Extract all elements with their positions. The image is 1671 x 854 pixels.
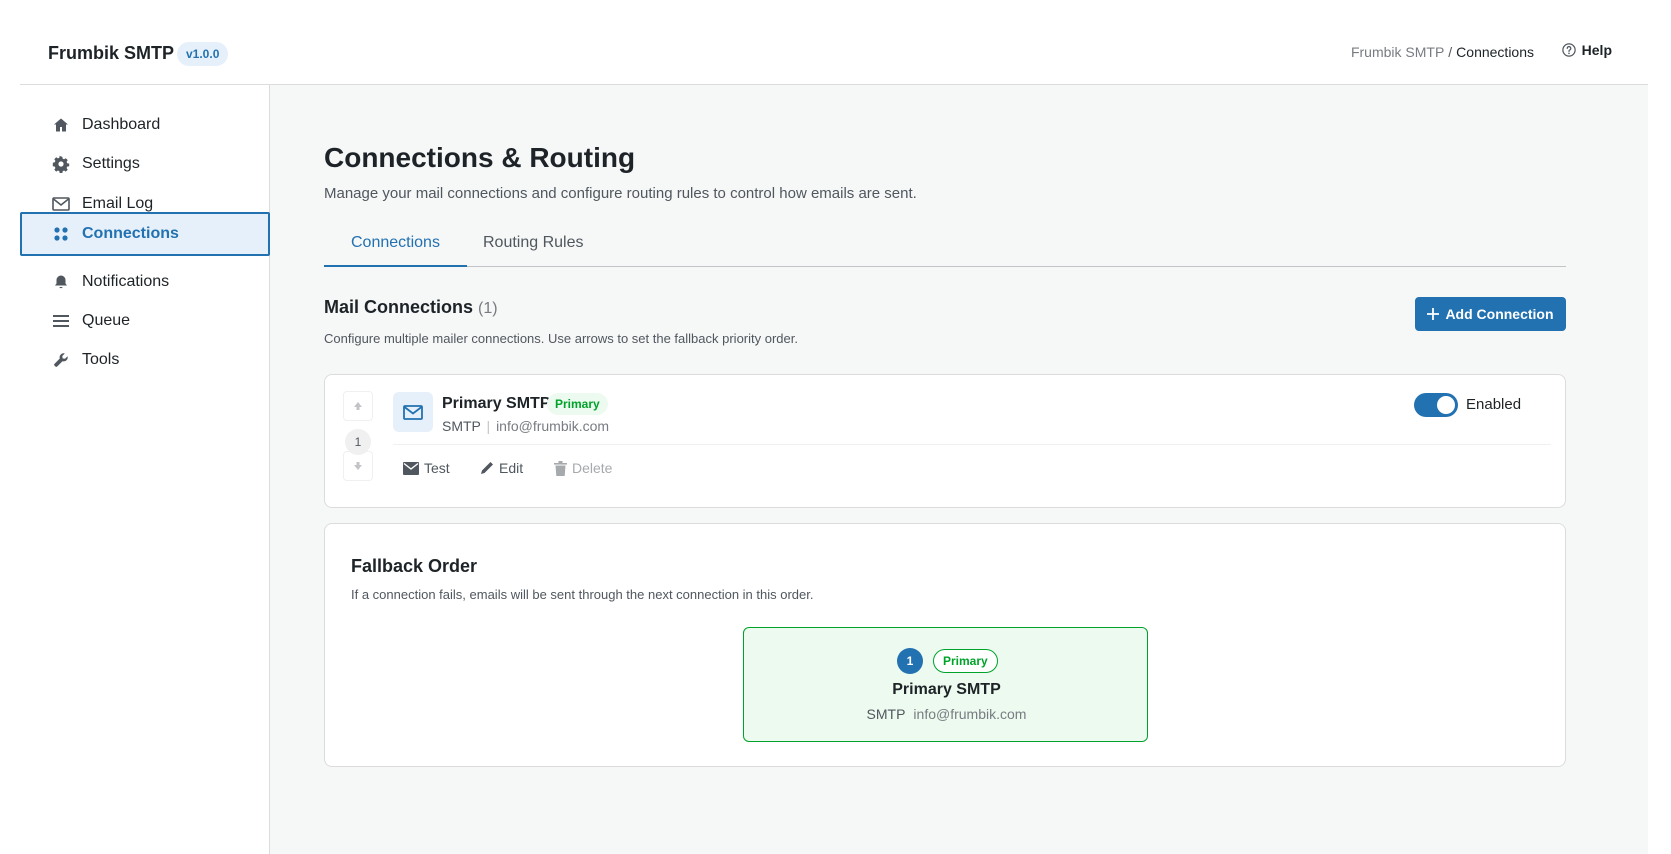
sidebar-item-notifications[interactable]: Notifications <box>20 260 270 304</box>
add-connection-label: Add Connection <box>1445 306 1554 322</box>
meta-separator: | <box>486 418 491 434</box>
fallback-number: 1 <box>897 648 923 674</box>
move-down-button[interactable] <box>343 451 373 481</box>
connection-type: SMTP <box>442 418 481 434</box>
edit-label: Edit <box>499 460 524 476</box>
sidebar-item-settings[interactable]: Settings <box>20 142 270 186</box>
enabled-toggle[interactable] <box>1414 393 1458 417</box>
fallback-connection-email: info@frumbik.com <box>913 706 1027 722</box>
fallback-title: Fallback Order <box>351 556 478 576</box>
connection-name: Primary SMTP <box>442 395 551 412</box>
version-badge: v1.0.0 <box>177 42 229 66</box>
fallback-primary-badge: Primary <box>933 649 998 673</box>
home-icon <box>52 116 70 134</box>
breadcrumb-current: Connections <box>1456 44 1534 60</box>
fallback-description: If a connection fails, emails will be se… <box>351 587 814 602</box>
add-connection-button[interactable]: Add Connection <box>1415 297 1566 331</box>
primary-badge: Primary <box>547 393 608 415</box>
sidebar-item-label: Queue <box>82 312 131 329</box>
arrow-up-icon <box>354 402 362 410</box>
section-title: Mail Connections (1) <box>324 297 498 318</box>
tab-routing-rules[interactable]: Routing Rules <box>456 223 611 267</box>
delete-label: Delete <box>572 460 613 476</box>
connection-meta: SMTP | info@frumbik.com <box>442 418 609 434</box>
fallback-order-card: Fallback Order If a connection fails, em… <box>324 523 1566 767</box>
top-bar: Frumbik SMTP v1.0.0 Frumbik SMTP / Connect… <box>20 0 1648 85</box>
wrench-icon <box>52 351 70 369</box>
edit-button[interactable]: Edit <box>480 460 523 476</box>
sidebar-item-label: Connections <box>82 225 179 242</box>
toggle-knob <box>1437 396 1455 414</box>
breadcrumb-root[interactable]: Frumbik SMTP <box>1351 44 1444 60</box>
page-subtitle: Manage your mail connections and configu… <box>324 185 917 202</box>
sidebar-item-label: Dashboard <box>82 116 161 133</box>
list-icon <box>52 312 70 330</box>
page-title: Connections & Routing <box>324 142 636 173</box>
tab-bar: Connections Routing Rules <box>324 223 1566 267</box>
envelope-icon <box>52 195 70 213</box>
tab-connections[interactable]: Connections <box>324 223 467 267</box>
envelope-icon <box>403 404 423 420</box>
connection-card: 1 Primary SMTP Primary SMTP | info@frumb… <box>324 374 1566 508</box>
brand-name: Frumbik SMTP <box>48 43 175 63</box>
connection-count: (1) <box>478 300 498 317</box>
help-label: Help <box>1581 42 1612 58</box>
grid-dots-icon <box>52 225 70 243</box>
sidebar-item-connections[interactable]: Connections <box>20 212 270 256</box>
bell-icon <box>52 273 70 291</box>
mailer-type-tile <box>393 392 433 432</box>
sidebar-item-label: Tools <box>82 351 120 368</box>
fallback-connection-type: SMTP <box>866 706 906 722</box>
plus-icon <box>1427 308 1440 320</box>
main-content: Connections & Routing Manage your mail c… <box>270 85 1648 854</box>
pencil-icon <box>481 462 493 474</box>
sidebar-item-label: Email Log <box>82 195 154 212</box>
envelope-filled-icon <box>403 461 419 475</box>
section-title-text: Mail Connections <box>324 297 474 317</box>
sidebar-item-queue[interactable]: Queue <box>20 299 270 343</box>
fallback-connection-meta: SMTP info@frumbik.com <box>744 706 1149 722</box>
sidebar-item-dashboard[interactable]: Dashboard <box>20 103 270 147</box>
connection-email: info@frumbik.com <box>496 418 610 434</box>
move-up-button[interactable] <box>343 391 373 421</box>
test-button[interactable]: Test <box>403 460 450 476</box>
fallback-item: 1 Primary Primary SMTP SMTP info@frumbik.… <box>743 627 1148 742</box>
test-label: Test <box>424 460 450 476</box>
gear-icon <box>52 155 70 173</box>
card-divider <box>393 444 1551 445</box>
sidebar: Dashboard Settings Email Log Connections… <box>20 85 270 854</box>
help-link[interactable]: Help <box>1561 42 1612 58</box>
breadcrumb: Frumbik SMTP / Connections <box>1351 44 1534 60</box>
sidebar-item-tools[interactable]: Tools <box>20 338 270 382</box>
arrow-down-icon <box>354 462 362 470</box>
app-window: Frumbik SMTP v1.0.0 Frumbik SMTP / Connect… <box>20 0 1648 854</box>
breadcrumb-separator: / <box>1448 44 1453 60</box>
delete-button[interactable]: Delete <box>554 460 612 476</box>
section-description: Configure multiple mailer connections. U… <box>324 331 798 346</box>
trash-icon <box>554 460 567 476</box>
enabled-label: Enabled <box>1466 396 1522 413</box>
help-circle-icon <box>1561 43 1576 57</box>
sidebar-item-label: Notifications <box>82 273 170 290</box>
sidebar-item-label: Settings <box>82 155 140 172</box>
fallback-connection-name: Primary SMTP <box>892 681 1001 698</box>
